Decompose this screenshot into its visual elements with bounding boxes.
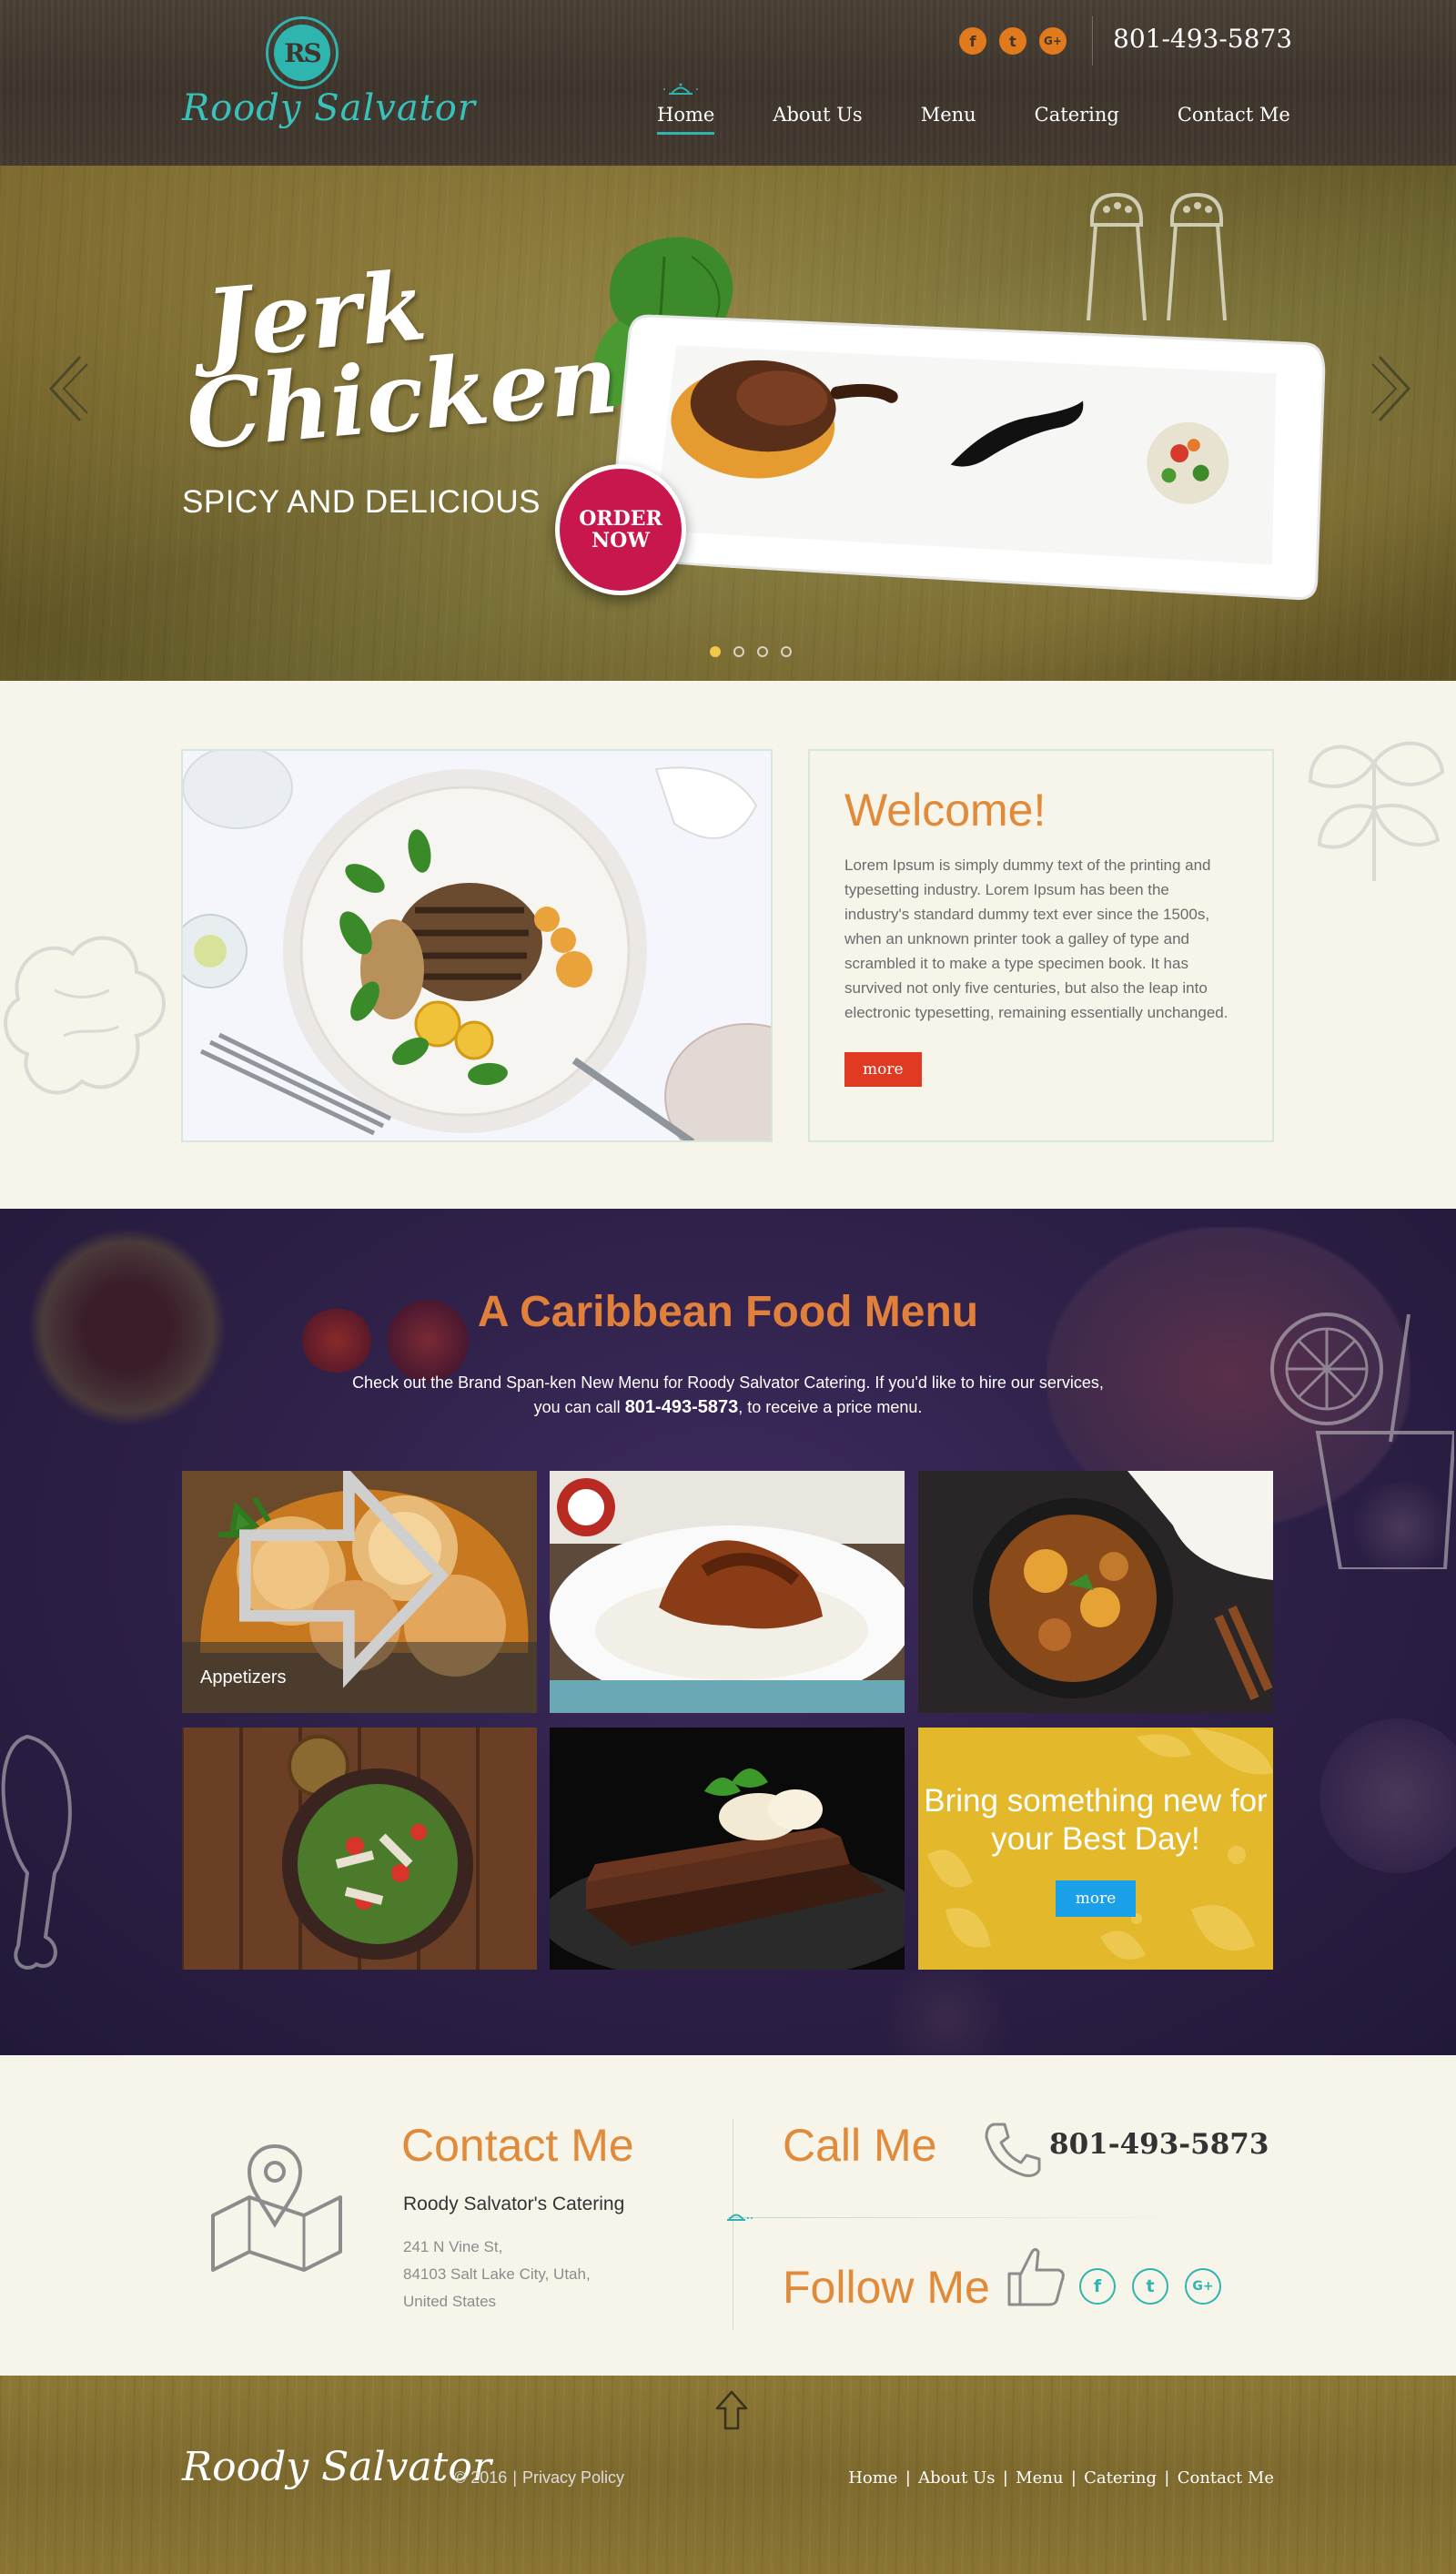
hero-title: Jerk Chicken (175, 249, 622, 471)
twitter-icon[interactable]: t (999, 27, 1026, 55)
promo-text: Bring something new for your Best Day! (924, 1783, 1268, 1857)
footer-nav-catering[interactable]: Catering (1084, 2468, 1157, 2488)
google-plus-icon[interactable]: G+ (1039, 27, 1067, 55)
contact-social-links: f t G+ (1079, 2268, 1221, 2305)
footer-nav-about-us[interactable]: About Us (918, 2468, 995, 2488)
footer-nav-home[interactable]: Home (848, 2468, 897, 2488)
lemonade-glass-outline-icon (1270, 1312, 1454, 1569)
nav-menu[interactable]: Menu (921, 104, 976, 135)
welcome-dish-photo (181, 749, 773, 1142)
menu-desc-phone[interactable]: 801-493-5873 (625, 1397, 739, 1417)
twitter-icon[interactable]: t (1132, 2268, 1168, 2305)
logo-badge: RS (266, 16, 339, 89)
menu-tile-salad[interactable] (182, 1728, 537, 1970)
menu-section: A Caribbean Food Menu Check out the Bran… (0, 1209, 1456, 2055)
back-to-top-arrow-icon[interactable] (713, 2388, 750, 2432)
ginger-outline-icon (4, 936, 166, 1095)
slider-dot-1[interactable] (710, 646, 721, 657)
menu-tile-chicken-rice[interactable] (550, 1471, 905, 1713)
nav-contact-me[interactable]: Contact Me (1178, 104, 1290, 135)
welcome-section: Welcome! Lorem Ipsum is simply dummy tex… (0, 681, 1456, 1209)
site-header: RS Roody Salvator f t G+ 801-493-5873 Ho… (0, 0, 1456, 166)
promo-tile: Bring something new for your Best Day! m… (918, 1728, 1273, 1970)
slider-pagination (710, 646, 792, 657)
footer-copyright: © 2016 | Privacy Policy (454, 2468, 625, 2487)
welcome-card: Welcome! Lorem Ipsum is simply dummy tex… (808, 749, 1274, 1142)
promo-more-button[interactable]: more (1055, 1880, 1137, 1917)
google-plus-icon[interactable]: G+ (1185, 2268, 1221, 2305)
site-footer: Roody Salvator © 2016 | Privacy Policy Hom… (0, 2376, 1456, 2574)
slider-dot-3[interactable] (757, 646, 768, 657)
company-name: Roody Salvator's Catering (403, 2194, 625, 2214)
bg-bowl (874, 1964, 1019, 2055)
facebook-icon[interactable]: f (959, 27, 986, 55)
contact-horizontal-divider (728, 2217, 1201, 2218)
menu-tile-appetizers[interactable]: Appetizers (182, 1471, 537, 1713)
contact-title: Contact Me (401, 2120, 634, 2171)
arrow-right-icon[interactable] (182, 1471, 521, 1697)
nav-catering[interactable]: Catering (1035, 104, 1119, 135)
follow-me-title: Follow Me (783, 2262, 990, 2313)
hero-slider: Jerk Chicken SPICY AND DELICIOUS ORDER N… (0, 166, 1456, 681)
menu-desc-line2: you can call 801-493-5873, to receive a … (328, 1395, 1128, 1420)
slider-dot-4[interactable] (781, 646, 792, 657)
footer-nav-contact-me[interactable]: Contact Me (1178, 2468, 1274, 2488)
address-line2: 84103 Salt Lake City, Utah, (403, 2265, 591, 2283)
logo-initials: RS (274, 25, 330, 81)
copyright-text: © 2016 (454, 2468, 508, 2487)
hero-dish-image (598, 286, 1343, 609)
menu-tile-dessert[interactable] (550, 1728, 905, 1970)
main-nav: Home About Us Menu Catering Contact Me (657, 104, 1290, 135)
menu-description: Check out the Brand Span-ken New Menu fo… (328, 1371, 1128, 1420)
header-divider (1092, 16, 1093, 66)
facebook-icon[interactable]: f (1079, 2268, 1116, 2305)
header-social-links: f t G+ (959, 27, 1067, 55)
menu-title: A Caribbean Food Menu (477, 1288, 979, 1336)
hero-title-line2: Chicken (181, 321, 622, 471)
header-phone[interactable]: 801-493-5873 (1113, 24, 1292, 54)
contact-phone[interactable]: 801-493-5873 (1049, 2128, 1269, 2161)
menu-desc-line1: Check out the Brand Span-ken New Menu fo… (352, 1373, 1104, 1392)
welcome-text: Lorem Ipsum is simply dummy text of the … (844, 856, 1228, 1021)
menu-tile-curry[interactable] (918, 1471, 1273, 1713)
nav-home[interactable]: Home (657, 104, 715, 135)
address-line1: 241 N Vine St, (403, 2238, 503, 2255)
menu-desc-suffix: , to receive a price menu. (738, 1398, 923, 1416)
cloche-icon (663, 83, 698, 95)
bg-onion (1320, 1718, 1456, 1873)
slider-prev-arrow-icon[interactable] (44, 348, 98, 430)
footer-nav-menu[interactable]: Menu (1016, 2468, 1063, 2488)
nav-about-us[interactable]: About Us (773, 104, 862, 135)
footer-logo[interactable]: Roody Salvator (182, 2444, 491, 2490)
hero-subtitle: SPICY AND DELICIOUS (182, 484, 541, 520)
address: 241 N Vine St, 84103 Salt Lake City, Uta… (403, 2234, 591, 2316)
call-me-title: Call Me (783, 2120, 937, 2171)
slider-next-arrow-icon[interactable] (1361, 348, 1416, 430)
map-pin-icon (211, 2143, 342, 2272)
salt-pepper-shakers-icon (1087, 192, 1227, 320)
privacy-policy-link[interactable]: Privacy Policy (522, 2468, 624, 2487)
cloche-icon (727, 2214, 753, 2221)
logo-text: Roody Salvator (182, 87, 476, 129)
footer-nav-separator: | (1165, 2468, 1169, 2487)
footer-nav: Home | About Us | Menu | Catering | Contact … (848, 2468, 1274, 2488)
order-now-button[interactable]: ORDER NOW (555, 464, 686, 595)
slider-dot-2[interactable] (733, 646, 744, 657)
drumstick-outline-icon (1, 1734, 72, 1970)
logo[interactable]: RS Roody Salvator (182, 16, 475, 153)
footer-nav-separator: | (1071, 2468, 1077, 2487)
contact-section: Contact Me Roody Salvator's Catering 241… (0, 2055, 1456, 2376)
thumbs-up-icon (1007, 2247, 1065, 2306)
menu-desc-prefix: you can call (533, 1398, 625, 1416)
footer-nav-separator: | (905, 2468, 911, 2487)
phone-icon (985, 2123, 1041, 2177)
parsley-outline-icon (1308, 741, 1445, 881)
order-line1: ORDER (579, 507, 662, 531)
welcome-more-button[interactable]: more (844, 1052, 922, 1087)
footer-nav-separator: | (1003, 2468, 1008, 2487)
address-line3: United States (403, 2293, 497, 2310)
order-line2: NOW (592, 529, 650, 552)
welcome-title: Welcome! (844, 785, 1046, 836)
